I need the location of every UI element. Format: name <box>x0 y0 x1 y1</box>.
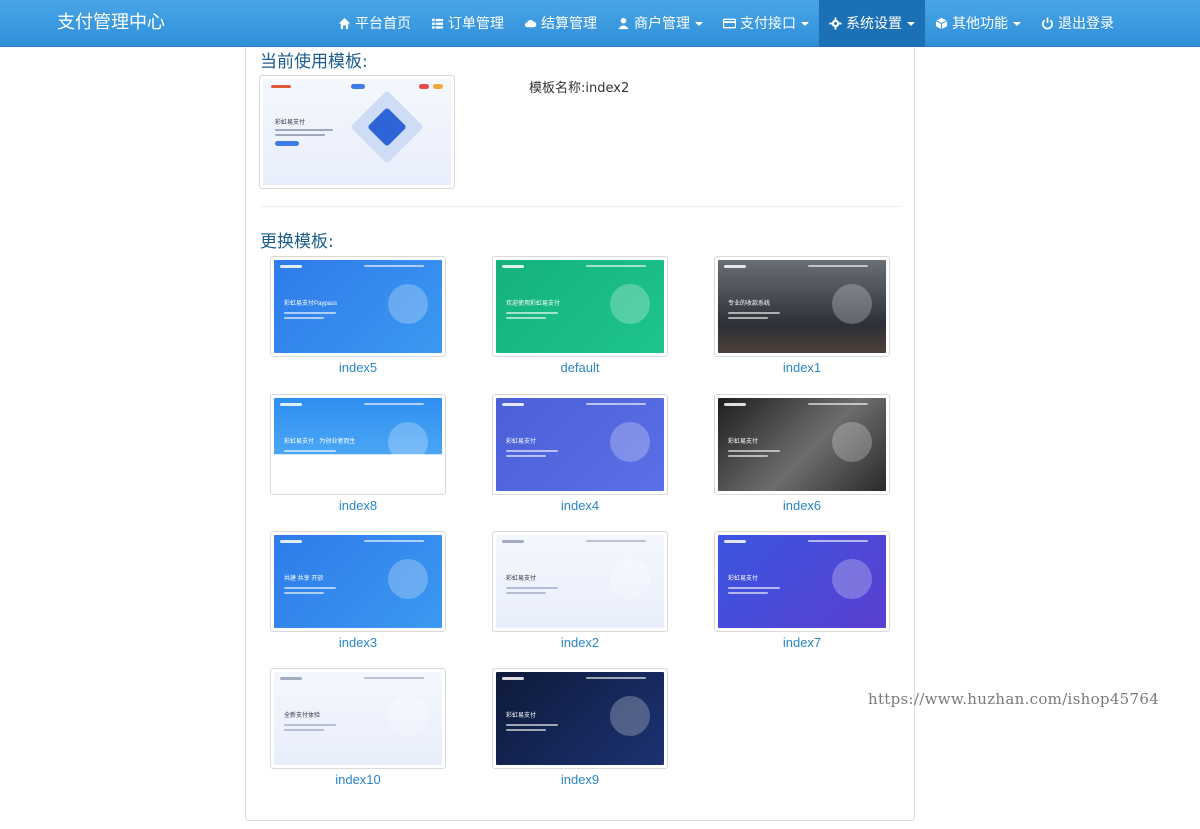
template-headline: 彩虹易支付 <box>506 713 537 719</box>
template-option-index8[interactable]: 彩虹易支付 · 为创业者而生 index8 <box>270 394 446 514</box>
current-template-preview: 彩虹易支付 <box>263 79 451 185</box>
template-thumbnail[interactable]: 彩虹易支付 <box>492 531 668 632</box>
template-thumbnail[interactable]: 共建 共享 开放 <box>270 531 446 632</box>
template-option-index1[interactable]: 专业的收款系统 index1 <box>714 256 890 376</box>
template-preview: 彩虹易支付 <box>496 398 664 491</box>
user-icon <box>618 17 629 30</box>
template-headline: 彩虹易支付Paypass <box>284 301 338 307</box>
nav-logout-label: 退出登录 <box>1058 15 1114 32</box>
nav-merchants-label: 商户管理 <box>634 15 690 32</box>
template-preview: 彩虹易支付 <box>496 535 664 628</box>
template-thumbnail[interactable]: 彩虹易支付 <box>714 531 890 632</box>
template-name-link[interactable]: index1 <box>714 360 890 375</box>
template-option-index3[interactable]: 共建 共享 开放 index3 <box>270 531 446 651</box>
watermark-text: https://www.huzhan.com/ishop45764 <box>868 690 1160 708</box>
template-preview: 彩虹易支付 <box>718 398 886 491</box>
template-thumbnail[interactable]: 彩虹易支付Paypass <box>270 256 446 357</box>
chevron-down-icon <box>801 21 809 26</box>
template-thumbnail[interactable]: 彩虹易支付 <box>492 668 668 769</box>
top-navbar: 支付管理中心 平台首页 订单管理 结算管理 商户管理 支付接口 系统设置 其他功… <box>0 0 1200 47</box>
change-template-heading: 更换模板: <box>260 232 334 252</box>
template-headline: 共建 共享 开放 <box>284 576 324 582</box>
current-template-name: 模板名称:index2 <box>529 81 630 96</box>
template-headline: 彩虹易支付 <box>728 439 759 445</box>
nav-system-settings[interactable]: 系统设置 <box>819 0 925 47</box>
template-preview: 彩虹易支付Paypass <box>274 260 442 353</box>
template-name-link[interactable]: index8 <box>270 498 446 513</box>
template-name-link[interactable]: index5 <box>270 360 446 375</box>
nav-orders-label: 订单管理 <box>448 15 504 32</box>
template-preview: 欢迎使用彩虹易支付 <box>496 260 664 353</box>
template-headline: 欢迎使用彩虹易支付 <box>506 301 561 307</box>
template-name-link[interactable]: index9 <box>492 772 668 787</box>
nav-settlement[interactable]: 结算管理 <box>514 0 607 47</box>
nav-home-label: 平台首页 <box>355 15 411 32</box>
nav-logout[interactable]: 退出登录 <box>1031 0 1124 47</box>
template-preview: 专业的收款系统 <box>718 260 886 353</box>
template-name-link[interactable]: index7 <box>714 635 890 650</box>
template-name-link[interactable]: index6 <box>714 498 890 513</box>
template-name-link[interactable]: index2 <box>492 635 668 650</box>
template-thumbnail[interactable]: 彩虹易支付 <box>492 394 668 495</box>
template-headline: 专业的收款系统 <box>728 301 771 307</box>
nav-payment-api-label: 支付接口 <box>740 15 796 32</box>
template-option-index10[interactable]: 全新支付体验 index10 <box>270 668 446 788</box>
main-nav: 平台首页 订单管理 结算管理 商户管理 支付接口 系统设置 其他功能 退出登录 <box>328 0 1124 47</box>
power-icon <box>1042 17 1053 30</box>
template-headline: 彩虹易支付 · 为创业者而生 <box>284 439 356 445</box>
list-icon <box>431 18 444 29</box>
template-headline: 彩虹易支付 <box>728 576 759 582</box>
template-option-index2[interactable]: 彩虹易支付 index2 <box>492 531 668 651</box>
template-thumbnail[interactable]: 欢迎使用彩虹易支付 <box>492 256 668 357</box>
template-thumbnail[interactable]: 彩虹易支付 <box>714 394 890 495</box>
template-preview: 彩虹易支付 · 为创业者而生 <box>274 398 442 491</box>
template-option-index5[interactable]: 彩虹易支付Paypass index5 <box>270 256 446 376</box>
nav-home[interactable]: 平台首页 <box>328 0 421 47</box>
template-name-link[interactable]: index4 <box>492 498 668 513</box>
template-thumbnail[interactable]: 彩虹易支付 · 为创业者而生 <box>270 394 446 495</box>
nav-payment-api[interactable]: 支付接口 <box>713 0 819 47</box>
chevron-down-icon <box>695 21 703 26</box>
template-option-index4[interactable]: 彩虹易支付 index4 <box>492 394 668 514</box>
template-headline: 彩虹易支付 <box>506 576 537 582</box>
current-template-thumbnail: 彩虹易支付 <box>259 75 455 189</box>
template-panel: 当前使用模板: 彩虹易支付 模板名称:index2 更换模板: 彩虹易支付Pay… <box>245 47 915 821</box>
cloud-icon <box>524 19 537 28</box>
credit-card-icon <box>723 18 736 29</box>
current-template-heading: 当前使用模板: <box>260 52 368 72</box>
nav-other[interactable]: 其他功能 <box>925 0 1031 47</box>
template-headline: 彩虹易支付 <box>506 439 537 445</box>
template-option-index9[interactable]: 彩虹易支付 index9 <box>492 668 668 788</box>
nav-merchants[interactable]: 商户管理 <box>607 0 713 47</box>
template-option-index6[interactable]: 彩虹易支付 index6 <box>714 394 890 514</box>
template-option-index7[interactable]: 彩虹易支付 index7 <box>714 531 890 651</box>
template-preview: 彩虹易支付 <box>496 672 664 765</box>
chevron-down-icon <box>1013 21 1021 26</box>
template-preview: 共建 共享 开放 <box>274 535 442 628</box>
nav-orders[interactable]: 订单管理 <box>421 0 514 47</box>
brand-title[interactable]: 支付管理中心 <box>57 0 165 47</box>
template-name-link[interactable]: index3 <box>270 635 446 650</box>
cube-icon <box>935 17 948 30</box>
nav-settlement-label: 结算管理 <box>541 15 597 32</box>
template-thumbnail[interactable]: 全新支付体验 <box>270 668 446 769</box>
template-thumbnail[interactable]: 专业的收款系统 <box>714 256 890 357</box>
gear-icon <box>829 17 842 30</box>
nav-other-label: 其他功能 <box>952 15 1008 32</box>
template-option-default[interactable]: 欢迎使用彩虹易支付 default <box>492 256 668 376</box>
template-name-link[interactable]: default <box>492 360 668 375</box>
template-name-link[interactable]: index10 <box>270 772 446 787</box>
template-preview: 全新支付体验 <box>274 672 442 765</box>
section-divider <box>260 206 902 207</box>
nav-system-settings-label: 系统设置 <box>846 15 902 32</box>
chevron-down-icon <box>907 21 915 26</box>
template-preview: 彩虹易支付 <box>718 535 886 628</box>
template-headline: 全新支付体验 <box>284 713 321 719</box>
current-template-caption: 彩虹易支付 <box>275 120 306 126</box>
home-icon <box>338 17 351 30</box>
